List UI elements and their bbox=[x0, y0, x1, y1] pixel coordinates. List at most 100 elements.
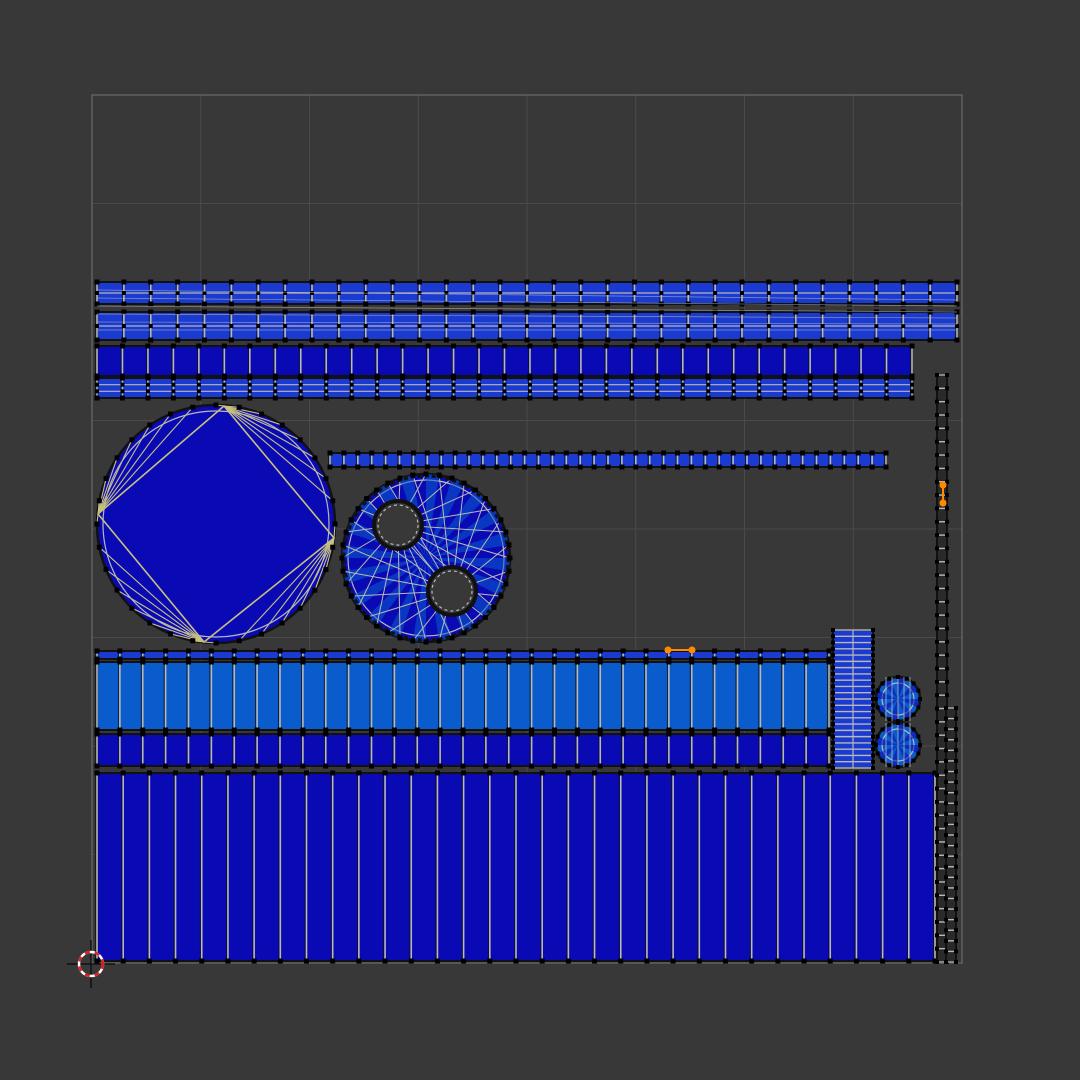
uv-vertex[interactable] bbox=[513, 958, 519, 964]
uv-vertex[interactable] bbox=[145, 389, 150, 394]
uv-vertex[interactable] bbox=[231, 763, 237, 769]
uv-vertex[interactable] bbox=[202, 279, 207, 285]
uv-vertex[interactable] bbox=[382, 958, 388, 964]
uv-vertex[interactable] bbox=[604, 389, 609, 394]
uv-vertex[interactable] bbox=[827, 958, 833, 964]
uv-vertex[interactable] bbox=[506, 763, 512, 769]
uv-vertex[interactable] bbox=[859, 382, 864, 387]
uv-vertex[interactable] bbox=[524, 337, 530, 343]
uv-vertex[interactable] bbox=[869, 464, 875, 470]
uv-vertex[interactable] bbox=[323, 659, 329, 665]
uv-vertex[interactable] bbox=[620, 659, 626, 665]
uv-vertex[interactable] bbox=[323, 475, 329, 481]
uv-vertex[interactable] bbox=[470, 337, 476, 343]
uv-vertex[interactable] bbox=[847, 309, 852, 315]
uv-vertex[interactable] bbox=[935, 413, 939, 418]
uv-vertex[interactable] bbox=[841, 450, 847, 456]
uv-vertex[interactable] bbox=[574, 763, 580, 769]
uv-vertex[interactable] bbox=[423, 471, 429, 477]
uv-vertex[interactable] bbox=[680, 389, 685, 394]
uv-vertex[interactable] bbox=[196, 375, 202, 381]
uv-vertex[interactable] bbox=[686, 324, 691, 328]
uv-vertex[interactable] bbox=[935, 559, 939, 564]
uv-vertex[interactable] bbox=[766, 309, 772, 315]
uv-vertex[interactable] bbox=[438, 450, 444, 456]
uv-vertex[interactable] bbox=[146, 958, 152, 964]
uv-vertex[interactable] bbox=[935, 853, 939, 858]
uv-vertex[interactable] bbox=[871, 690, 875, 695]
uv-vertex[interactable] bbox=[896, 765, 900, 769]
uv-vertex[interactable] bbox=[400, 389, 405, 394]
uv-vertex[interactable] bbox=[255, 279, 261, 285]
uv-vertex[interactable] bbox=[847, 301, 852, 307]
uv-vertex[interactable] bbox=[904, 763, 909, 768]
uv-vertex[interactable] bbox=[236, 404, 242, 410]
uv-vertex[interactable] bbox=[944, 854, 948, 859]
uv-vertex[interactable] bbox=[461, 770, 467, 776]
uv-vertex[interactable] bbox=[553, 389, 558, 394]
uv-vertex[interactable] bbox=[443, 279, 449, 285]
uv-vertex[interactable] bbox=[343, 529, 349, 535]
uv-vertex[interactable] bbox=[340, 568, 346, 574]
uv-vertex[interactable] bbox=[605, 279, 611, 285]
uv-vertex[interactable] bbox=[121, 291, 126, 295]
uv-vertex[interactable] bbox=[954, 337, 960, 343]
uv-vertex[interactable] bbox=[833, 389, 838, 394]
uv-vertex[interactable] bbox=[95, 324, 99, 328]
uv-vertex[interactable] bbox=[424, 450, 430, 456]
uv-vertex[interactable] bbox=[277, 648, 283, 654]
uv-vertex[interactable] bbox=[140, 731, 146, 737]
uv-vertex[interactable] bbox=[502, 382, 507, 387]
uv-vertex[interactable] bbox=[96, 498, 102, 504]
uv-vertex[interactable] bbox=[563, 450, 569, 456]
uv-vertex[interactable] bbox=[221, 375, 227, 381]
uv-vertex[interactable] bbox=[175, 291, 180, 295]
uv-vertex[interactable] bbox=[604, 382, 609, 387]
uv-vertex[interactable] bbox=[643, 731, 649, 737]
uv-island-small-disc-b[interactable] bbox=[874, 721, 922, 769]
uv-vertex[interactable] bbox=[117, 659, 123, 665]
uv-vertex[interactable] bbox=[471, 324, 476, 328]
uv-vertex[interactable] bbox=[780, 731, 786, 737]
uv-vertex[interactable] bbox=[831, 734, 835, 739]
uv-vertex[interactable] bbox=[935, 639, 939, 644]
uv-vertex[interactable] bbox=[659, 324, 664, 328]
uv-vertex[interactable] bbox=[434, 958, 440, 964]
uv-vertex[interactable] bbox=[363, 279, 369, 285]
uv-vertex[interactable] bbox=[629, 389, 634, 394]
uv-vertex[interactable] bbox=[279, 620, 285, 626]
uv-vertex[interactable] bbox=[874, 291, 879, 295]
uv-vertex[interactable] bbox=[175, 309, 181, 315]
uv-vertex[interactable] bbox=[452, 464, 458, 470]
uv-vertex[interactable] bbox=[391, 648, 397, 654]
uv-vertex[interactable] bbox=[255, 309, 261, 315]
uv-vertex[interactable] bbox=[954, 811, 958, 816]
uv-vertex[interactable] bbox=[871, 653, 875, 658]
uv-vertex[interactable] bbox=[349, 395, 355, 401]
uv-vertex[interactable] bbox=[94, 375, 100, 381]
uv-vertex[interactable] bbox=[831, 671, 835, 676]
uv-vertex[interactable] bbox=[831, 740, 835, 745]
uv-vertex[interactable] bbox=[497, 309, 503, 315]
uv-vertex[interactable] bbox=[390, 337, 396, 343]
uv-vertex[interactable] bbox=[875, 688, 880, 693]
uv-vertex[interactable] bbox=[944, 949, 948, 954]
uv-vertex[interactable] bbox=[801, 770, 807, 776]
uv-vertex[interactable] bbox=[712, 731, 718, 737]
uv-vertex[interactable] bbox=[578, 395, 584, 401]
uv-vertex[interactable] bbox=[173, 770, 179, 776]
uv-vertex[interactable] bbox=[119, 395, 125, 401]
uv-vertex[interactable] bbox=[202, 324, 207, 328]
uv-vertex[interactable] bbox=[945, 373, 949, 377]
uv-island-small-disc-a[interactable] bbox=[874, 675, 922, 723]
uv-vertex[interactable] bbox=[487, 770, 493, 776]
uv-vertex[interactable] bbox=[436, 638, 442, 644]
uv-vertex[interactable] bbox=[346, 763, 352, 769]
uv-vertex[interactable] bbox=[374, 375, 380, 381]
uv-vertex[interactable] bbox=[552, 343, 558, 349]
uv-vertex[interactable] bbox=[944, 801, 948, 806]
uv-vertex[interactable] bbox=[935, 719, 939, 724]
uv-vertex[interactable] bbox=[954, 706, 958, 710]
uv-vertex[interactable] bbox=[916, 705, 921, 710]
uv-vertex[interactable] bbox=[129, 437, 135, 443]
